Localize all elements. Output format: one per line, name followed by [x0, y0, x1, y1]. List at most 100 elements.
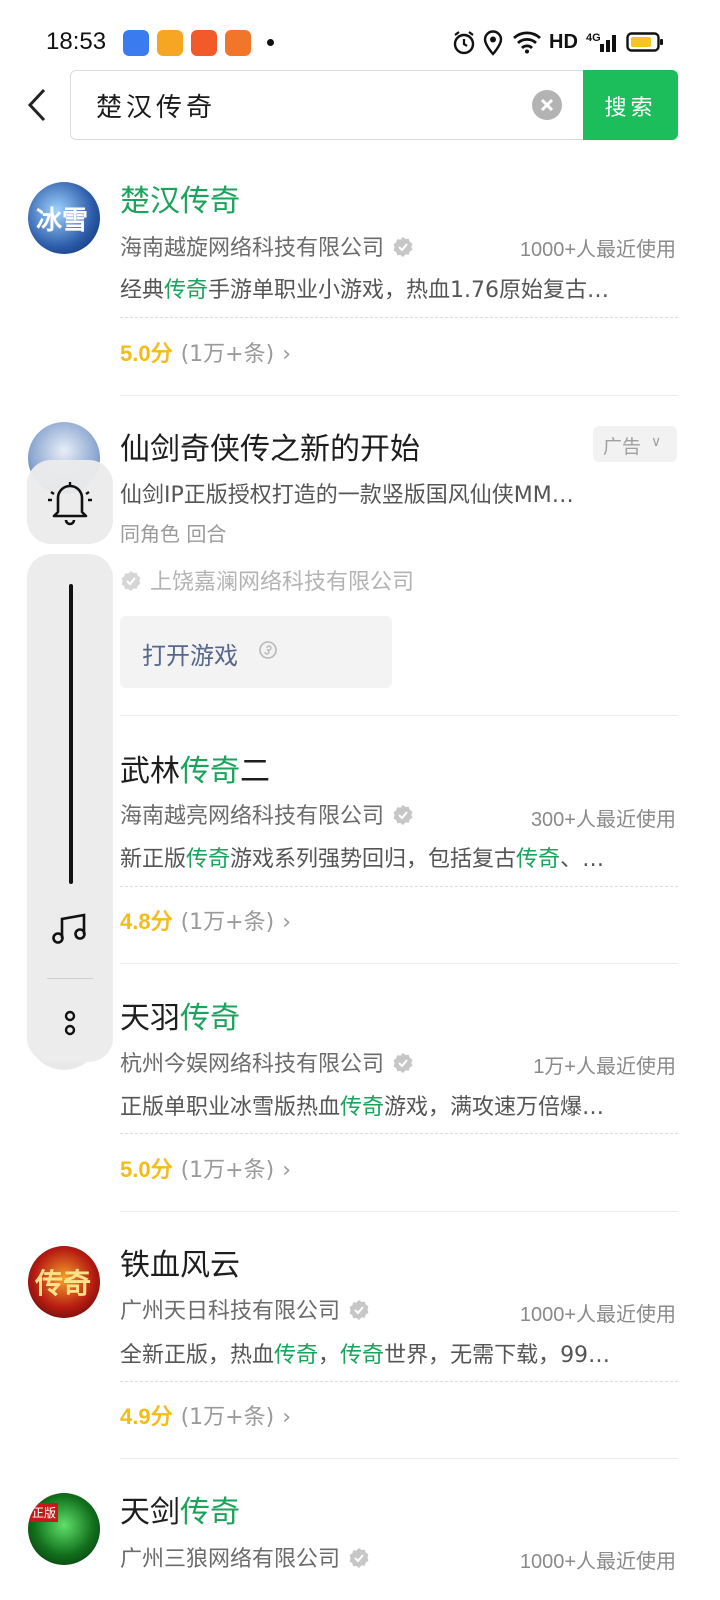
desc-part: 传奇	[164, 278, 209, 303]
search-button[interactable]: 搜索	[583, 70, 678, 140]
network-label: HD	[549, 31, 578, 53]
game-description: 正版单职业冰雪版热血传奇游戏，满攻速万倍爆…	[120, 1089, 680, 1121]
review-count: (1万+条)	[180, 342, 275, 367]
signal-4g-icon: 4G	[586, 32, 616, 52]
verified-icon	[393, 805, 413, 825]
volume-slider[interactable]	[69, 584, 73, 884]
recent-users: 1000+人最近使用	[519, 1304, 676, 1326]
more-notifications-dot	[267, 39, 274, 46]
recent-users: 1000+人最近使用	[519, 239, 676, 261]
desc-part: 新正版	[120, 847, 187, 872]
avatar-logo-text: 冰雪	[36, 206, 89, 236]
desc-part: 传奇	[340, 1343, 385, 1368]
chevron-right-icon: ›	[282, 910, 292, 935]
camera-app-icon	[191, 30, 217, 56]
search-query[interactable]: 楚汉传奇	[96, 87, 216, 124]
rating-row[interactable]: 4.8分 (1万+条) ›	[120, 904, 291, 936]
game-app-icon	[225, 30, 251, 56]
ad-badge[interactable]: 广告 ∨	[593, 426, 677, 462]
ad-tags: 同角色 回合	[120, 522, 227, 546]
ad-company-text: 上饶嘉澜网络科技有限公司	[150, 570, 415, 595]
rating-score: 4.9分	[120, 1404, 173, 1429]
title-part: 楚汉传奇	[120, 184, 240, 219]
avatar-logo-text: 传奇	[35, 1267, 92, 1300]
back-button[interactable]	[18, 84, 58, 126]
alarm-icon	[453, 31, 475, 55]
chevron-right-icon: ›	[282, 1405, 292, 1430]
desc-part: 世界，无需下载，99…	[384, 1343, 611, 1368]
rating-score: 5.0分	[120, 341, 173, 366]
music-note-icon[interactable]	[51, 912, 89, 946]
desc-part: 游戏系列强势回归，包括复古	[230, 847, 517, 872]
bell-button[interactable]	[27, 460, 113, 544]
game-title: 天剑传奇	[120, 1487, 240, 1531]
floating-toolbar	[27, 554, 113, 1062]
title-part: 二	[240, 754, 270, 789]
game-avatar: 冰雪	[28, 182, 100, 254]
company-name: 海南越旋网络科技有限公司	[120, 230, 414, 262]
bell-icon	[48, 482, 92, 526]
chevron-right-icon: ›	[282, 1158, 292, 1183]
review-count: (1万+条)	[180, 1158, 275, 1183]
review-count: (1万+条)	[180, 1405, 275, 1430]
avatar-badge-text: 正版	[30, 1503, 59, 1522]
status-time: 18:53	[46, 28, 107, 55]
title-part: 天剑	[120, 1495, 180, 1530]
company-name: 杭州今娱网络科技有限公司	[120, 1046, 414, 1078]
desc-part: 传奇	[186, 847, 231, 872]
recent-users: 1万+人最近使用	[533, 1056, 676, 1078]
game-description: 新正版传奇游戏系列强势回归，包括复古传奇、…	[120, 841, 680, 873]
title-part: 武林	[120, 754, 180, 789]
rating-score: 4.8分	[120, 909, 173, 934]
review-count: (1万+条)	[180, 910, 275, 935]
verified-icon	[393, 1053, 413, 1073]
desc-part: 、…	[560, 847, 605, 872]
search-button-label: 搜索	[604, 96, 657, 121]
chevron-right-icon: ›	[282, 342, 292, 367]
rating-row[interactable]: 5.0分 (1万+条) ›	[120, 336, 291, 368]
clear-search-button[interactable]	[532, 90, 562, 120]
game-title: 铁血风云	[120, 1240, 240, 1284]
game-title: 武林传奇二	[120, 746, 270, 790]
open-game-button[interactable]: 打开游戏	[120, 616, 392, 688]
dashed-divider	[120, 1133, 678, 1134]
game-description: 经典传奇手游单职业小游戏，热血1.76原始复古…	[120, 272, 680, 304]
game-description: 全新正版，热血传奇，传奇世界，无需下载，99…	[120, 1337, 680, 1369]
more-icon[interactable]	[60, 1008, 80, 1038]
title-part: 传奇	[180, 1001, 240, 1036]
game-title: 楚汉传奇	[120, 176, 240, 220]
svg-text:4G: 4G	[586, 32, 601, 44]
company-text: 海南越亮网络科技有限公司	[120, 804, 385, 829]
item-separator	[120, 715, 678, 716]
wifi-icon	[513, 31, 541, 54]
game-avatar: 正版	[28, 1493, 100, 1565]
desc-part: 全新正版，热血	[120, 1343, 275, 1368]
desc-part: 传奇	[340, 1095, 385, 1120]
game-avatar: 传奇	[28, 1246, 100, 1318]
dashed-divider	[120, 886, 678, 887]
desc-part: ，	[318, 1343, 341, 1368]
verified-icon	[121, 571, 141, 591]
dashed-divider	[120, 1381, 678, 1382]
company-text: 杭州今娱网络科技有限公司	[120, 1052, 385, 1077]
company-text: 广州天日科技有限公司	[120, 1299, 341, 1324]
rating-score: 5.0分	[120, 1157, 173, 1182]
open-game-label: 打开游戏	[142, 642, 238, 670]
item-separator	[120, 1211, 678, 1212]
game-title: 天羽传奇	[120, 993, 240, 1037]
desc-part: 传奇	[274, 1343, 319, 1368]
company-text: 海南越旋网络科技有限公司	[120, 236, 385, 261]
title-part: 传奇	[180, 1495, 240, 1530]
ad-title: 仙剑奇侠传之新的开始	[120, 432, 420, 467]
video-app-icon	[157, 30, 183, 56]
desc-part: 传奇	[516, 847, 561, 872]
ad-company: 上饶嘉澜网络科技有限公司	[120, 564, 414, 596]
company-text: 广州三狼网络有限公司	[120, 1547, 341, 1572]
close-icon	[540, 98, 554, 112]
item-separator	[120, 395, 678, 396]
rating-row[interactable]: 5.0分 (1万+条) ›	[120, 1152, 291, 1184]
desc-part: 经典	[120, 278, 165, 303]
verified-icon	[393, 237, 413, 257]
rating-row[interactable]: 4.9分 (1万+条) ›	[120, 1399, 291, 1431]
company-name: 广州天日科技有限公司	[120, 1293, 370, 1325]
